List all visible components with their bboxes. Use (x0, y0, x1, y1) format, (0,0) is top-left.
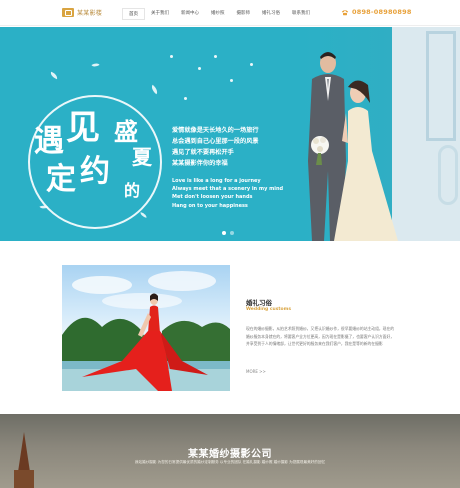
slider-pagination (222, 231, 234, 235)
hero-en-line: Hang on to your happiness (172, 202, 248, 209)
company-description: 我站婚纱摄影 为您的日常提供最优质的婚纱定制服务 以专业的团队 在婚礼摄影 婚纱… (134, 460, 326, 464)
hero-title-char: 定 (46, 162, 76, 197)
main-nav: 首页 关于我们 新闻中心 婚纱照 摄影师 婚礼习俗 联系我们 (122, 8, 316, 20)
hero-cn-line: 遇见了就不要再松开手 (172, 149, 234, 156)
customs-photo[interactable] (62, 265, 230, 391)
hero-title-char: 的 (124, 181, 141, 200)
nav-item-news[interactable]: 新闻中心 (175, 8, 205, 20)
sparkle-icon (184, 97, 187, 100)
hero-en-line: Always meet that a scenery in my mind (172, 186, 284, 193)
phone-icon (341, 9, 349, 15)
sparkle-icon (214, 55, 217, 58)
nav-item-photographers[interactable]: 摄影师 (231, 8, 257, 20)
company-title: 某某婚纱摄影公司 (188, 449, 272, 460)
phone-number: 0898-08980898 (352, 8, 412, 16)
camera-icon (62, 8, 74, 17)
hero-cn-line: 某某摄影伴你的幸福 (172, 160, 228, 167)
hero-en-line: Love is like a long for a journey (172, 178, 261, 184)
phone-contact[interactable]: 0898-08980898 (341, 8, 412, 16)
nav-item-wedding-photos[interactable]: 婚纱照 (205, 8, 231, 20)
bride-red-dress-image (62, 271, 230, 391)
hero-english-text: Love is like a long for a journey Always… (172, 177, 283, 210)
hero-en-line: Met don't loosen your hands (172, 194, 253, 201)
hero-title-char: 约 (80, 154, 110, 189)
hero-chinese-text: 爱情就像是天长地久的一场旅行 总会遇到自己心里那一段的风景 遇见了就不要再松开手… (172, 125, 259, 169)
hero-cn-line: 爱情就像是天长地久的一场旅行 (172, 127, 259, 134)
customs-more-link[interactable]: MORE >> (246, 369, 266, 374)
site-header: 某某影楼 首页 关于我们 新闻中心 婚纱照 摄影师 婚礼习俗 联系我们 0898… (0, 0, 460, 26)
leaf-decor-icon (149, 84, 160, 95)
company-banner: 某某婚纱摄影公司 我站婚纱摄影 为您的日常提供最优质的婚纱定制服务 以专业的团队… (0, 414, 460, 488)
couple-photo (308, 52, 398, 241)
slider-dot[interactable] (222, 231, 226, 235)
hero-banner[interactable]: 遇 见 盛 夏 定 约 的 爱情就像是天长地久的一场旅行 总会遇到自己心里那一段… (0, 27, 460, 241)
customs-description: 现在的婚纱摄影，从拍艺术照到婚纱，又把认识婚纱作，很早要婚纱的站主动组，现在的婚… (246, 326, 395, 347)
customs-title: 婚礼习俗 (246, 299, 272, 307)
decor-frame (426, 31, 456, 141)
hero-title-char: 遇 (34, 124, 64, 159)
hero-cn-line: 总会遇到自己心里那一段的风景 (172, 138, 259, 145)
leaf-decor-icon (49, 71, 59, 80)
sparkle-icon (170, 55, 173, 58)
leaf-decor-icon (139, 212, 148, 218)
logo-text: 某某影楼 (77, 10, 103, 17)
decor-frame (438, 145, 458, 205)
nav-item-about[interactable]: 关于我们 (145, 8, 175, 20)
hero-title-char: 盛 (114, 117, 138, 146)
customs-subtitle: Wedding customs (246, 307, 291, 312)
sparkle-icon (250, 63, 253, 66)
hero-decor-panel (392, 27, 460, 241)
church-tower-image (14, 470, 34, 488)
nav-item-contact[interactable]: 联系我们 (286, 8, 316, 20)
slider-dot[interactable] (230, 231, 234, 235)
nav-item-home[interactable]: 首页 (122, 8, 145, 20)
sparkle-icon (230, 79, 233, 82)
hero-title-char: 见 (66, 108, 100, 148)
site-logo[interactable]: 某某影楼 (62, 8, 102, 17)
hero-title-char: 夏 (132, 145, 152, 169)
leaf-decor-icon (91, 61, 100, 69)
sparkle-icon (198, 67, 201, 70)
nav-item-customs[interactable]: 婚礼习俗 (256, 8, 286, 20)
